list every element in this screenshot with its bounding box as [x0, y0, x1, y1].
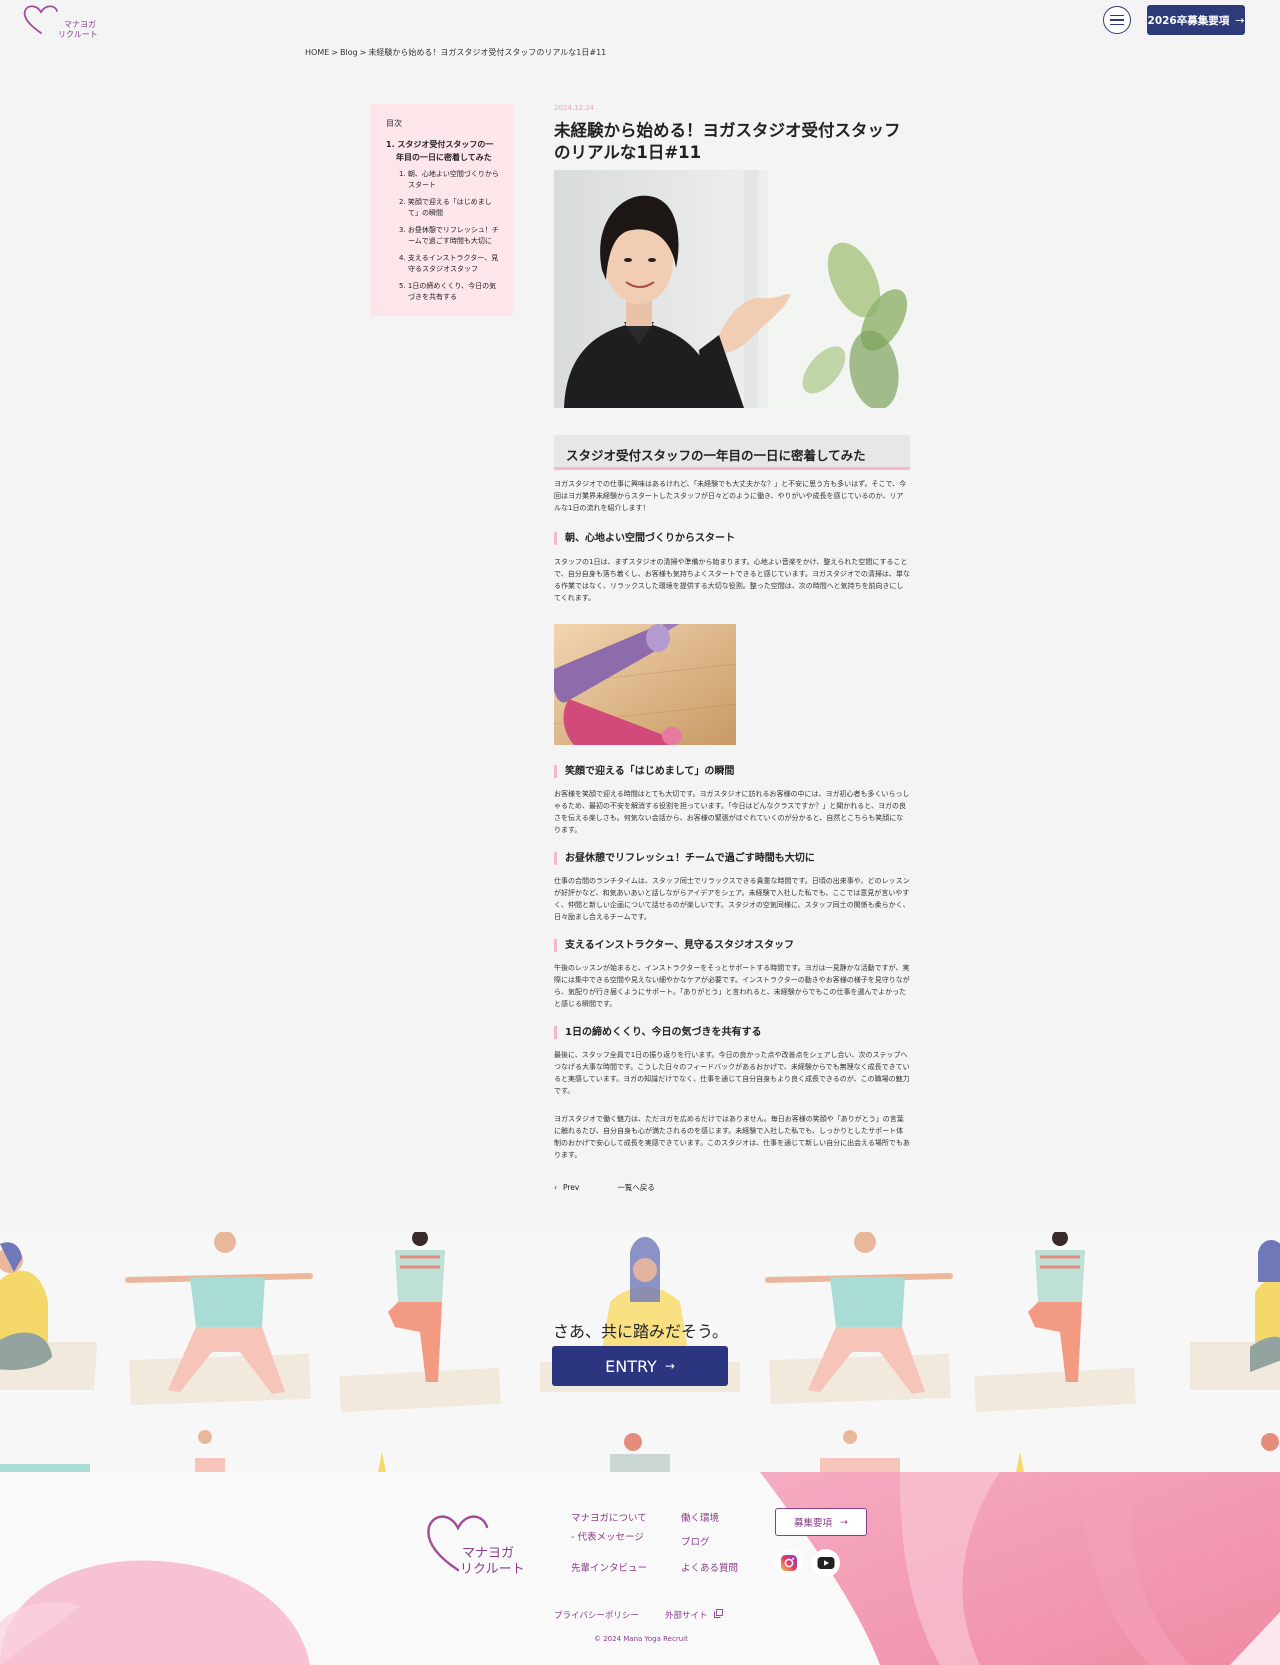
menu-bar-icon [1110, 14, 1124, 17]
toc-main-item[interactable]: 1. スタジオ受付スタッフの一年目の一日に密着してみた [386, 138, 499, 164]
arrow-right-icon: → [664, 1359, 675, 1373]
section-paragraph: スタッフの1日は、まずスタジオの清掃や準備から始まります。心地よい音楽をかけ、整… [554, 558, 910, 602]
intro-paragraph: ヨガスタジオでの仕事に興味はあるけれど、「未経験でも大丈夫かな？」と不安に思う方… [554, 480, 907, 512]
privacy-policy-link[interactable]: プライバシーポリシー [554, 1609, 639, 1621]
section-paragraph: 午後のレッスンが始まると、インストラクターをそっとサポートする時間です。ヨガは一… [554, 964, 910, 1008]
copyright: © 2024 Mana Yoga Recruit [594, 1635, 688, 1643]
footer-link-blog[interactable]: ブログ [681, 1534, 710, 1548]
toc-item[interactable]: 1. 朝、心地よい空間づくりからスタート [392, 169, 499, 191]
footer: マナヨガ リクルート マナヨガについて - 代表メッセージ 先輩インタビュー 働… [0, 1472, 1280, 1665]
footer-link-environment[interactable]: 働く環境 [681, 1510, 719, 1524]
footer-recruit-button[interactable]: 募集要項 → [775, 1508, 867, 1536]
breadcrumb-home[interactable]: HOME [305, 48, 329, 57]
toc-title: 目次 [386, 119, 402, 128]
external-link-icon [714, 1609, 724, 1618]
section-heading: 支えるインストラクター、見守るスタジオスタッフ [554, 939, 910, 952]
footer-link-about[interactable]: マナヨガについて [571, 1510, 647, 1524]
breadcrumb-blog[interactable]: Blog [340, 48, 358, 57]
hero-image [554, 170, 910, 408]
menu-bar-icon [1110, 23, 1124, 26]
toc-item[interactable]: 3. お昼休憩でリフレッシュ！チームで過ごす時間も大切に [392, 225, 499, 247]
footer-logo-text: マナヨガ リクルート [460, 1546, 525, 1577]
heart-logo-icon [23, 5, 58, 34]
back-to-list-link[interactable]: 一覧へ戻る [617, 1183, 655, 1192]
yoga-mat-image [554, 624, 736, 745]
entry-button[interactable]: ENTRY → [552, 1346, 728, 1386]
article-title: 未経験から始める！ヨガスタジオ受付スタッフのリアルな1日#11 [554, 121, 901, 162]
footer-link-message[interactable]: - 代表メッセージ [571, 1529, 644, 1543]
youtube-link[interactable] [812, 1549, 840, 1577]
chevron-left-icon: ‹ [554, 1183, 557, 1192]
toc-item[interactable]: 2. 笑顔で迎える「はじめまして」の瞬間 [392, 197, 499, 219]
section-heading: 1日の締めくくり、今日の気づきを共有する [554, 1026, 910, 1039]
logo-text: マナヨガ リクルート [58, 20, 98, 39]
instagram-icon [781, 1555, 797, 1571]
section-heading: 笑顔で迎える「はじめまして」の瞬間 [554, 765, 910, 778]
breadcrumb: HOME > Blog > 未経験から始める！ヨガスタジオ受付スタッフのリアルな1日#1… [305, 48, 607, 57]
toc-item[interactable]: 5. 1日の締めくくり、今日の気づきを共有する [392, 281, 499, 303]
logo[interactable]: マナヨガ リクルート [22, 4, 98, 39]
entry-section: さあ、共に踏みだそう。 ENTRY → [0, 1232, 1280, 1472]
section-paragraph: 仕事の合間のランチタイムは、スタッフ同士でリラックスできる貴重な時間です。日頃の… [554, 877, 910, 921]
toc-item[interactable]: 4. 支えるインストラクター、見守るスタジオスタッフ [392, 253, 499, 275]
youtube-icon [817, 1557, 835, 1569]
section-paragraph: 最後に、スタッフ全員で1日の振り返りを行います。今日の良かった点や改善点をシェア… [554, 1051, 910, 1095]
pager: ‹ Prev 一覧へ戻る [554, 1182, 655, 1193]
arrow-right-icon: → [840, 1516, 848, 1528]
section-heading-h2: スタジオ受付スタッフの一年目の一日に密着してみた [554, 435, 910, 470]
external-site-link[interactable]: 外部サイト [665, 1609, 724, 1621]
section-heading: 朝、心地よい空間づくりからスタート [554, 532, 910, 545]
instagram-link[interactable] [775, 1549, 803, 1577]
section-heading: お昼休憩でリフレッシュ！チームで過ごす時間も大切に [554, 852, 910, 865]
footer-link-faq[interactable]: よくある質問 [681, 1560, 738, 1574]
closing-paragraph: ヨガスタジオで働く魅力は、ただヨガを広めるだけではありません。毎日お客様の笑顔や… [554, 1115, 910, 1159]
arrow-right-icon: → [1235, 13, 1245, 27]
article-date: 2024.12.24 [554, 104, 595, 112]
section-paragraph: お客様を笑顔で迎える時間はとても大切です。ヨガスタジオに訪れるお客様の中には、ヨ… [554, 790, 910, 834]
breadcrumb-current: 未経験から始める！ヨガスタジオ受付スタッフのリアルな1日#11 [368, 48, 607, 57]
recruit-2026-button[interactable]: 2026卒募集要項 → [1147, 5, 1245, 35]
prev-link[interactable]: ‹ Prev [554, 1183, 579, 1192]
cta-heading: さあ、共に踏みだそう。 [553, 1322, 729, 1341]
footer-link-interview[interactable]: 先輩インタビュー [571, 1560, 647, 1574]
hamburger-menu-button[interactable] [1103, 6, 1131, 34]
table-of-contents: 目次 1. スタジオ受付スタッフの一年目の一日に密着してみた 1. 朝、心地よい… [370, 104, 513, 316]
menu-bar-icon [1110, 19, 1124, 21]
